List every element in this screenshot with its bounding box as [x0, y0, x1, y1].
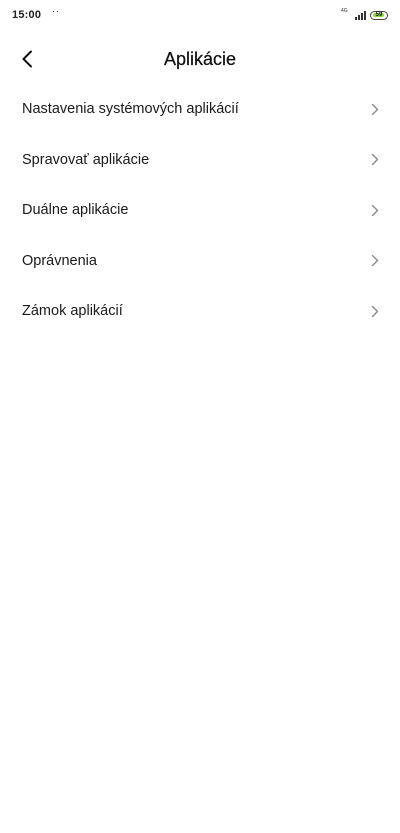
header: Aplikácie [0, 38, 400, 80]
chevron-right-icon [370, 304, 380, 318]
list-item-manage-apps[interactable]: Spravovať aplikácie [0, 135, 400, 186]
app-settings-screen: 15:00 ·· 4G 59 Aplikácie Nastavenia syst… [0, 0, 400, 833]
list-item-label: Spravovať aplikácie [22, 151, 150, 168]
list-item-app-lock[interactable]: Zámok aplikácií [0, 286, 400, 337]
chevron-right-icon [370, 254, 380, 268]
signal-strength-icon [355, 10, 366, 20]
chevron-right-icon [370, 102, 380, 116]
list-item-dual-apps[interactable]: Duálne aplikácie [0, 185, 400, 236]
network-type-icon: 4G [341, 8, 351, 22]
status-bar: 15:00 ·· 4G 59 [0, 0, 400, 30]
chevron-right-icon [370, 203, 380, 217]
chevron-right-icon [370, 153, 380, 167]
status-indicators: 4G 59 [341, 8, 388, 22]
page-title: Aplikácie [163, 49, 237, 69]
settings-list: Nastavenia systémových aplikácií Spravov… [0, 84, 400, 337]
list-item-label: Nastavenia systémových aplikácií [22, 101, 239, 118]
list-item-label: Oprávnenia [22, 252, 97, 269]
list-item-label: Zámok aplikácií [22, 303, 123, 320]
battery-level: 59 [375, 12, 383, 18]
status-time: 15:00 [12, 9, 42, 21]
list-item-system-app-settings[interactable]: Nastavenia systémových aplikácií [0, 84, 400, 135]
list-item-permissions[interactable]: Oprávnenia [0, 236, 400, 287]
notification-dots: ·· [52, 6, 60, 16]
network-type-label: 4G [341, 8, 348, 14]
battery-icon: 59 [370, 10, 388, 20]
list-item-label: Duálne aplikácie [22, 202, 129, 219]
